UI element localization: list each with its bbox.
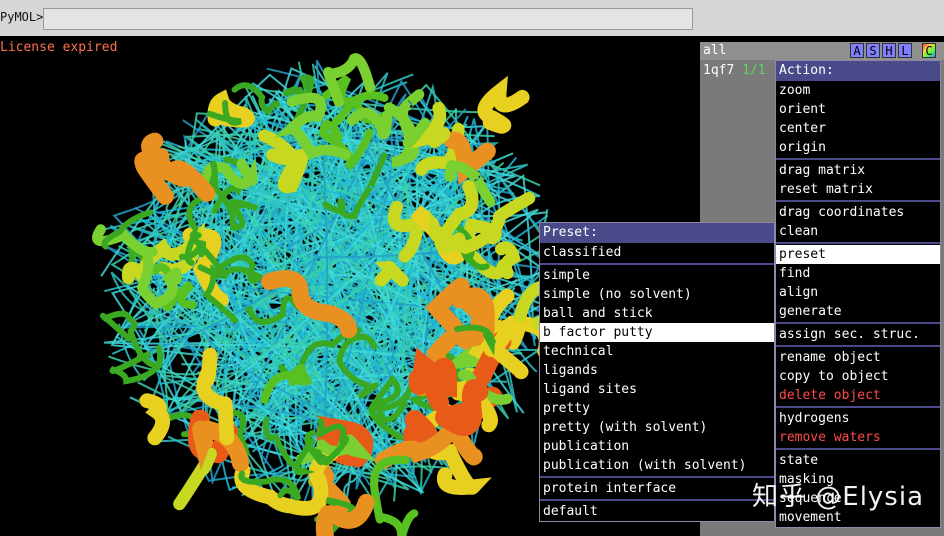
menu-item-align[interactable]: align — [776, 283, 940, 302]
menu-item-preset[interactable]: preset — [776, 245, 940, 264]
menu-item-assign-sec-struc[interactable]: assign sec. struc. — [776, 325, 940, 344]
action-button[interactable]: A — [850, 43, 864, 58]
action-menu-title: Action: — [776, 61, 940, 81]
menu-item-drag-coordinates[interactable]: drag coordinates — [776, 203, 940, 222]
menu-separator — [776, 242, 940, 244]
preset-menu: Preset: classified simple simple (no solven… — [539, 222, 775, 522]
menu-separator — [776, 322, 940, 324]
menu-separator — [540, 476, 774, 478]
menu-item-ligands[interactable]: ligands — [540, 361, 774, 380]
preset-menu-title: Preset: — [540, 223, 774, 243]
menu-item-simple-no-solvent[interactable]: simple (no solvent) — [540, 285, 774, 304]
show-button[interactable]: S — [866, 43, 880, 58]
menu-item-copy-to-object[interactable]: copy to object — [776, 367, 940, 386]
menu-item-ball-and-stick[interactable]: ball and stick — [540, 304, 774, 323]
menu-item-pretty[interactable]: pretty — [540, 399, 774, 418]
menu-item-state[interactable]: state — [776, 451, 940, 470]
menu-item-ligand-sites[interactable]: ligand sites — [540, 380, 774, 399]
menu-item-remove-waters[interactable]: remove waters — [776, 428, 940, 447]
object-row-all[interactable]: all A S H L C — [700, 42, 944, 60]
menu-item-drag-matrix[interactable]: drag matrix — [776, 161, 940, 180]
menu-item-simple[interactable]: simple — [540, 266, 774, 285]
menu-item-technical[interactable]: technical — [540, 342, 774, 361]
hide-button[interactable]: H — [882, 43, 896, 58]
menu-separator — [776, 345, 940, 347]
command-input[interactable] — [43, 8, 693, 30]
menu-item-reset-matrix[interactable]: reset matrix — [776, 180, 940, 199]
menu-item-zoom[interactable]: zoom — [776, 81, 940, 100]
menu-item-publication[interactable]: publication — [540, 437, 774, 456]
menu-item-clean[interactable]: clean — [776, 222, 940, 241]
menu-item-orient[interactable]: orient — [776, 100, 940, 119]
menu-item-hydrogens[interactable]: hydrogens — [776, 409, 940, 428]
menu-separator — [776, 200, 940, 202]
menu-separator — [776, 406, 940, 408]
menu-item-classified[interactable]: classified — [540, 243, 774, 262]
menu-separator — [540, 499, 774, 501]
menu-item-center[interactable]: center — [776, 119, 940, 138]
menu-item-pretty-with-solvent[interactable]: pretty (with solvent) — [540, 418, 774, 437]
menu-item-rename-object[interactable]: rename object — [776, 348, 940, 367]
object-state: 1/1 — [742, 63, 766, 78]
menu-item-origin[interactable]: origin — [776, 138, 940, 157]
color-button[interactable]: C — [922, 43, 936, 58]
license-message: License expired — [0, 40, 118, 55]
menu-item-generate[interactable]: generate — [776, 302, 940, 321]
menu-separator — [776, 448, 940, 450]
command-prompt: PyMOL> — [0, 10, 44, 24]
object-name-all: all — [703, 43, 727, 58]
action-menu: Action: zoom orient center origin drag matrix… — [775, 60, 941, 528]
menu-item-b-factor-putty[interactable]: b factor putty — [540, 323, 774, 342]
menu-separator — [540, 263, 774, 265]
label-button[interactable]: L — [898, 43, 912, 58]
menu-item-default[interactable]: default — [540, 502, 774, 521]
menu-item-delete-object[interactable]: delete object — [776, 386, 940, 405]
command-bar: PyMOL> — [0, 0, 944, 36]
menu-item-publication-with-solvent[interactable]: publication (with solvent) — [540, 456, 774, 475]
menu-item-protein-interface[interactable]: protein interface — [540, 479, 774, 498]
watermark: 知乎 @Elysia — [752, 482, 925, 512]
menu-item-find[interactable]: find — [776, 264, 940, 283]
menu-separator — [776, 158, 940, 160]
object-name: 1qf7 1/1 — [703, 63, 766, 78]
